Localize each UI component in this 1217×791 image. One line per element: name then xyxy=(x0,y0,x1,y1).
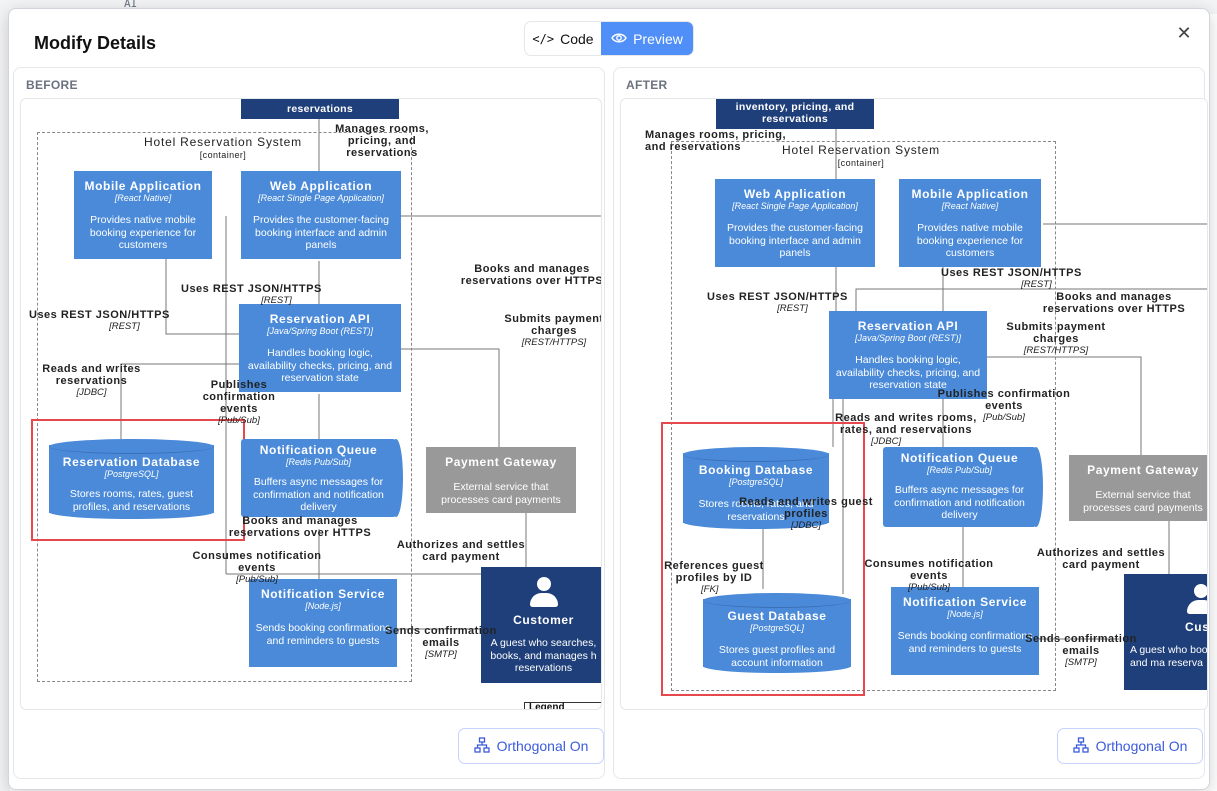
after-edge-submits: Submits payment charges [REST/HTTPS] xyxy=(1006,321,1106,356)
after-edge-uses-mobile: Uses REST JSON/HTTPS [REST] xyxy=(941,267,1082,290)
diagram-icon xyxy=(1072,736,1089,756)
before-edge-submits: Submits payment charges [REST/HTTPS] xyxy=(504,313,602,348)
tab-code[interactable]: </> Code xyxy=(525,22,601,55)
before-container-title: Hotel Reservation System [container] xyxy=(144,135,302,161)
before-edge-uses-web: Uses REST JSON/HTTPS [REST] xyxy=(181,283,322,306)
before-payment-gateway-box[interactable]: Payment Gateway External service that pr… xyxy=(426,447,576,513)
after-edge-manages: Manages rooms, pricing, and reservations xyxy=(645,129,787,153)
before-label: BEFORE xyxy=(26,78,78,92)
after-mobile-app-box[interactable]: Mobile Application [React Native] Provid… xyxy=(899,179,1041,267)
after-edge-books: Books and manages reservations over HTTP… xyxy=(1042,291,1186,315)
after-edge-reads-guest: Reads and writes guest profiles [JDBC] xyxy=(739,496,873,531)
tab-preview[interactable]: Preview xyxy=(601,22,693,55)
after-highlight-box xyxy=(661,422,865,696)
before-notification-queue-box[interactable]: Notification Queue [Redis Pub/Sub] Buffe… xyxy=(241,439,403,517)
eye-icon xyxy=(611,31,627,47)
code-icon: </> xyxy=(532,31,555,46)
after-panel: AFTER inventory, pricing, and reservatio… xyxy=(613,67,1208,779)
after-customer-box[interactable]: Custo A guest who books, and ma reserva xyxy=(1124,574,1207,690)
person-icon xyxy=(529,577,559,609)
after-edge-consumes: Consumes notification events [Pub/Sub] xyxy=(864,558,994,593)
after-container-title: Hotel Reservation System [container] xyxy=(782,143,940,169)
before-edge-authorizes: Authorizes and settles card payment xyxy=(396,539,526,563)
after-edge-reads-rooms: Reads and writes rooms, rates, and reser… xyxy=(835,412,977,447)
after-notification-queue-box[interactable]: Notification Queue [Redis Pub/Sub] Buffe… xyxy=(883,447,1043,527)
before-orthogonal-button[interactable]: Orthogonal On xyxy=(458,728,604,764)
before-edge-reads-writes: Reads and writes reservations [JDBC] xyxy=(42,363,141,398)
modify-details-modal: Modify Details </> Code Preview ✕ BEFORE xyxy=(8,8,1210,790)
before-panel: BEFORE reservations Hotel Reservation Sy… xyxy=(13,67,605,779)
view-toggle: </> Code Preview xyxy=(524,21,694,56)
before-edge-books: Books and manages reservations over HTTP… xyxy=(460,263,602,287)
close-icon[interactable]: ✕ xyxy=(1174,23,1194,44)
before-highlight-box xyxy=(31,419,245,541)
before-edge-publishes: Publishes confirmation events [Pub/Sub] xyxy=(202,379,276,426)
after-edge-sends: Sends confirmation emails [SMTP] xyxy=(1025,633,1137,668)
before-diagram-canvas[interactable]: reservations Hotel Reservation System [c… xyxy=(20,98,602,710)
before-edge-books-2: Books and manages reservations over HTTP… xyxy=(228,515,372,539)
after-payment-gateway-box[interactable]: Payment Gateway External service that pr… xyxy=(1069,455,1207,521)
before-web-app-box[interactable]: Web Application [React Single Page Appli… xyxy=(241,171,401,259)
after-top-system-box[interactable]: inventory, pricing, and reservations xyxy=(716,99,874,129)
before-edge-manages: Manages rooms, pricing, and reservations xyxy=(335,123,429,159)
after-notification-service-box[interactable]: Notification Service [Node.js] Sends boo… xyxy=(891,587,1039,675)
diagram-icon xyxy=(473,736,490,756)
before-notification-service-box[interactable]: Notification Service [Node.js] Sends boo… xyxy=(249,579,397,667)
after-label: AFTER xyxy=(626,78,668,92)
after-reservation-api-box[interactable]: Reservation API [Java/Spring Boot (REST)… xyxy=(829,311,987,399)
before-mobile-app-box[interactable]: Mobile Application [React Native] Provid… xyxy=(74,171,212,259)
person-icon xyxy=(1186,584,1207,616)
before-edge-uses-mobile: Uses REST JSON/HTTPS [REST] xyxy=(29,309,170,332)
after-web-app-box[interactable]: Web Application [React Single Page Appli… xyxy=(715,179,875,267)
after-diagram-canvas[interactable]: inventory, pricing, and reservations Hot… xyxy=(620,98,1208,710)
modal-title: Modify Details xyxy=(34,33,157,53)
before-top-system-box[interactable]: reservations xyxy=(241,99,399,119)
before-edge-consumes: Consumes notification events [Pub/Sub] xyxy=(192,550,322,585)
after-edge-authorizes: Authorizes and settles card payment xyxy=(1036,547,1166,571)
before-legend[interactable]: Legend xyxy=(524,702,601,709)
before-edge-sends: Sends confirmation emails [SMTP] xyxy=(385,625,497,660)
after-edge-references: References guest profiles by ID [FK] xyxy=(664,560,764,595)
after-orthogonal-button[interactable]: Orthogonal On xyxy=(1057,728,1203,764)
after-edge-uses-web: Uses REST JSON/HTTPS [REST] xyxy=(707,291,848,314)
